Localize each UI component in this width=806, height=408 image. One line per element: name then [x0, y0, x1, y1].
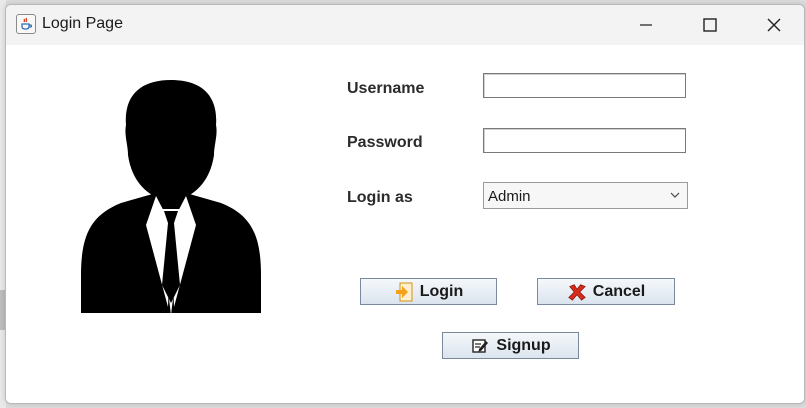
login-button[interactable]: Login [360, 278, 497, 305]
login-as-dropdown[interactable]: Admin [483, 182, 688, 209]
maximize-icon [703, 18, 717, 32]
login-form-panel: Username Password Login as Admin Login C… [6, 45, 804, 403]
title-bar[interactable]: Login Page [6, 5, 804, 45]
java-cup-icon[interactable] [16, 14, 36, 34]
login-arrow-icon [394, 282, 414, 302]
maximize-button[interactable] [678, 5, 742, 45]
window-title: Login Page [42, 15, 123, 32]
username-field[interactable] [483, 73, 686, 98]
close-button[interactable] [742, 5, 804, 45]
minimize-icon [640, 24, 652, 26]
cancel-button[interactable]: Cancel [537, 278, 675, 305]
username-label: Username [347, 80, 425, 97]
red-x-icon [567, 282, 587, 302]
login-as-label: Login as [347, 189, 413, 206]
login-window: Login Page Username Password Login as Ad… [5, 4, 805, 404]
minimize-button[interactable] [614, 5, 678, 45]
cancel-button-label: Cancel [592, 282, 646, 300]
user-silhouette-icon [76, 80, 266, 315]
password-label: Password [347, 134, 423, 151]
login-button-label: Login [419, 282, 464, 300]
password-field[interactable] [483, 128, 686, 153]
signup-button-label: Signup [496, 336, 551, 354]
edit-document-icon [470, 336, 490, 356]
close-icon [767, 18, 781, 32]
signup-button[interactable]: Signup [442, 332, 579, 359]
login-as-selected-value: Admin [488, 188, 531, 205]
chevron-down-icon [670, 192, 680, 198]
